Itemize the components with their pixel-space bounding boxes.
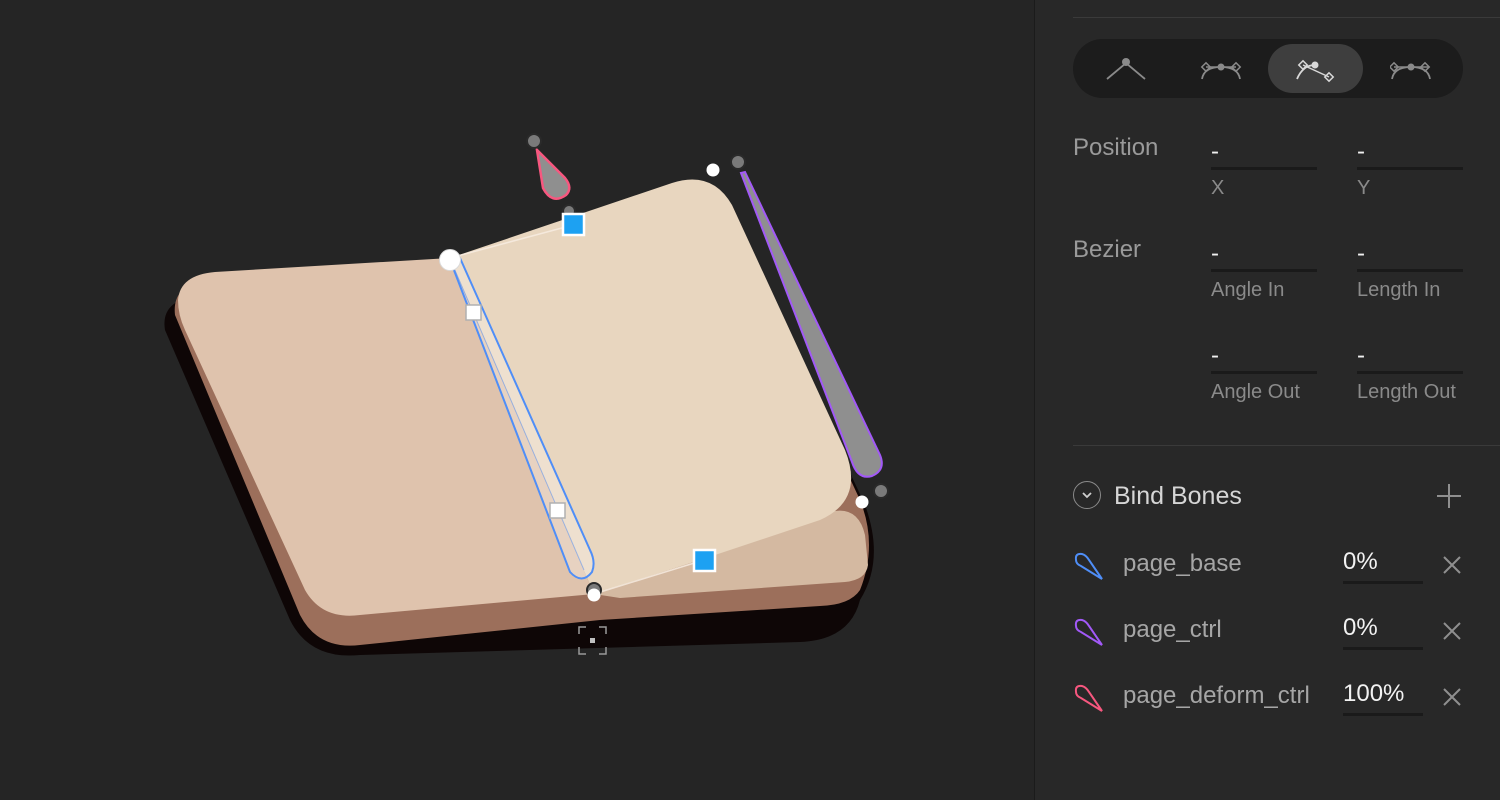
bone-icon [1074,684,1103,712]
angle-in-label: Angle In [1211,279,1285,301]
bone-list-item[interactable]: page_base 0% [1073,546,1463,586]
field-underline [1357,167,1463,170]
angle-out-value[interactable]: - [1211,341,1219,371]
divider [1073,445,1500,446]
bezier-handle[interactable] [465,304,482,321]
asymmetric-vertex-button[interactable] [1363,44,1458,93]
collapse-button[interactable] [1073,481,1101,509]
mirrored-vertex-button[interactable] [1173,44,1268,93]
bone-list-item[interactable]: page_deform_ctrl 100% [1073,678,1463,718]
bone-name: page_deform_ctrl [1123,682,1310,709]
plus-icon [1437,484,1461,508]
field-underline [1357,269,1463,272]
field-underline [1211,269,1317,272]
length-in-label: Length In [1357,279,1441,301]
vertex-point[interactable] [855,495,869,509]
bone-weight-value[interactable]: 0% [1343,546,1423,578]
position-x-label: X [1211,177,1225,199]
detached-vertex-button[interactable] [1268,44,1363,93]
bone-icon [1074,618,1103,646]
selected-vertex[interactable] [692,548,717,573]
chevron-down-icon [1082,492,1092,499]
bone-weight-field[interactable]: 0% [1343,546,1423,584]
bezier-label: Bezier [1073,236,1142,263]
close-icon[interactable] [1441,554,1463,576]
asymmetric-vertex-icon [1389,61,1431,79]
bone-weight-field[interactable]: 100% [1343,678,1423,716]
angle-out-label: Angle Out [1211,381,1300,403]
bone-weight-value[interactable]: 100% [1343,678,1423,710]
bezier-handle[interactable] [549,502,566,519]
vertex-point-selected[interactable] [439,249,461,271]
field-underline [1343,713,1423,716]
position-y-label: Y [1357,177,1371,199]
bone-list-item[interactable]: page_ctrl 0% [1073,612,1463,652]
close-icon[interactable] [1441,686,1463,708]
length-out-value[interactable]: - [1357,341,1365,371]
length-out-label: Length Out [1357,381,1456,403]
angle-in-value[interactable]: - [1211,239,1219,269]
bone-page-deform-ctrl[interactable] [535,146,571,200]
straight-vertex-icon [1105,57,1146,80]
bone-name: page_ctrl [1123,616,1222,643]
stage-canvas[interactable] [0,0,1035,800]
bone-icon [1074,552,1103,580]
field-underline [1357,371,1463,374]
inspector-panel: Position - X - Y Bezier - Angle In - Len… [1035,0,1500,800]
close-icon[interactable] [1441,620,1463,642]
bind-bones-header: Bind Bones [1073,480,1463,512]
detached-vertex-icon [1295,59,1334,82]
field-underline [1343,581,1423,584]
vertex-mode-toggle [1073,39,1463,98]
bone-name: page_base [1123,550,1242,577]
bind-bones-title: Bind Bones [1114,482,1242,510]
bone-joint[interactable] [526,133,542,149]
bone-joint[interactable] [873,483,889,499]
field-underline [1211,371,1317,374]
bone-joint[interactable] [730,154,746,170]
artboard[interactable] [0,0,1035,800]
straight-vertex-button[interactable] [1078,44,1173,93]
selected-vertex[interactable] [561,212,586,237]
mirrored-vertex-icon [1200,61,1241,79]
bone-weight-value[interactable]: 0% [1343,612,1423,644]
vertex-point[interactable] [706,163,720,177]
vertex-point[interactable] [587,588,601,602]
field-underline [1343,647,1423,650]
position-label: Position [1073,134,1159,161]
divider [1073,17,1500,18]
field-underline [1211,167,1317,170]
bone-weight-field[interactable]: 0% [1343,612,1423,650]
position-y-value[interactable]: - [1357,137,1365,167]
position-x-value[interactable]: - [1211,137,1219,167]
length-in-value[interactable]: - [1357,239,1365,269]
add-bone-button[interactable] [1435,482,1463,510]
